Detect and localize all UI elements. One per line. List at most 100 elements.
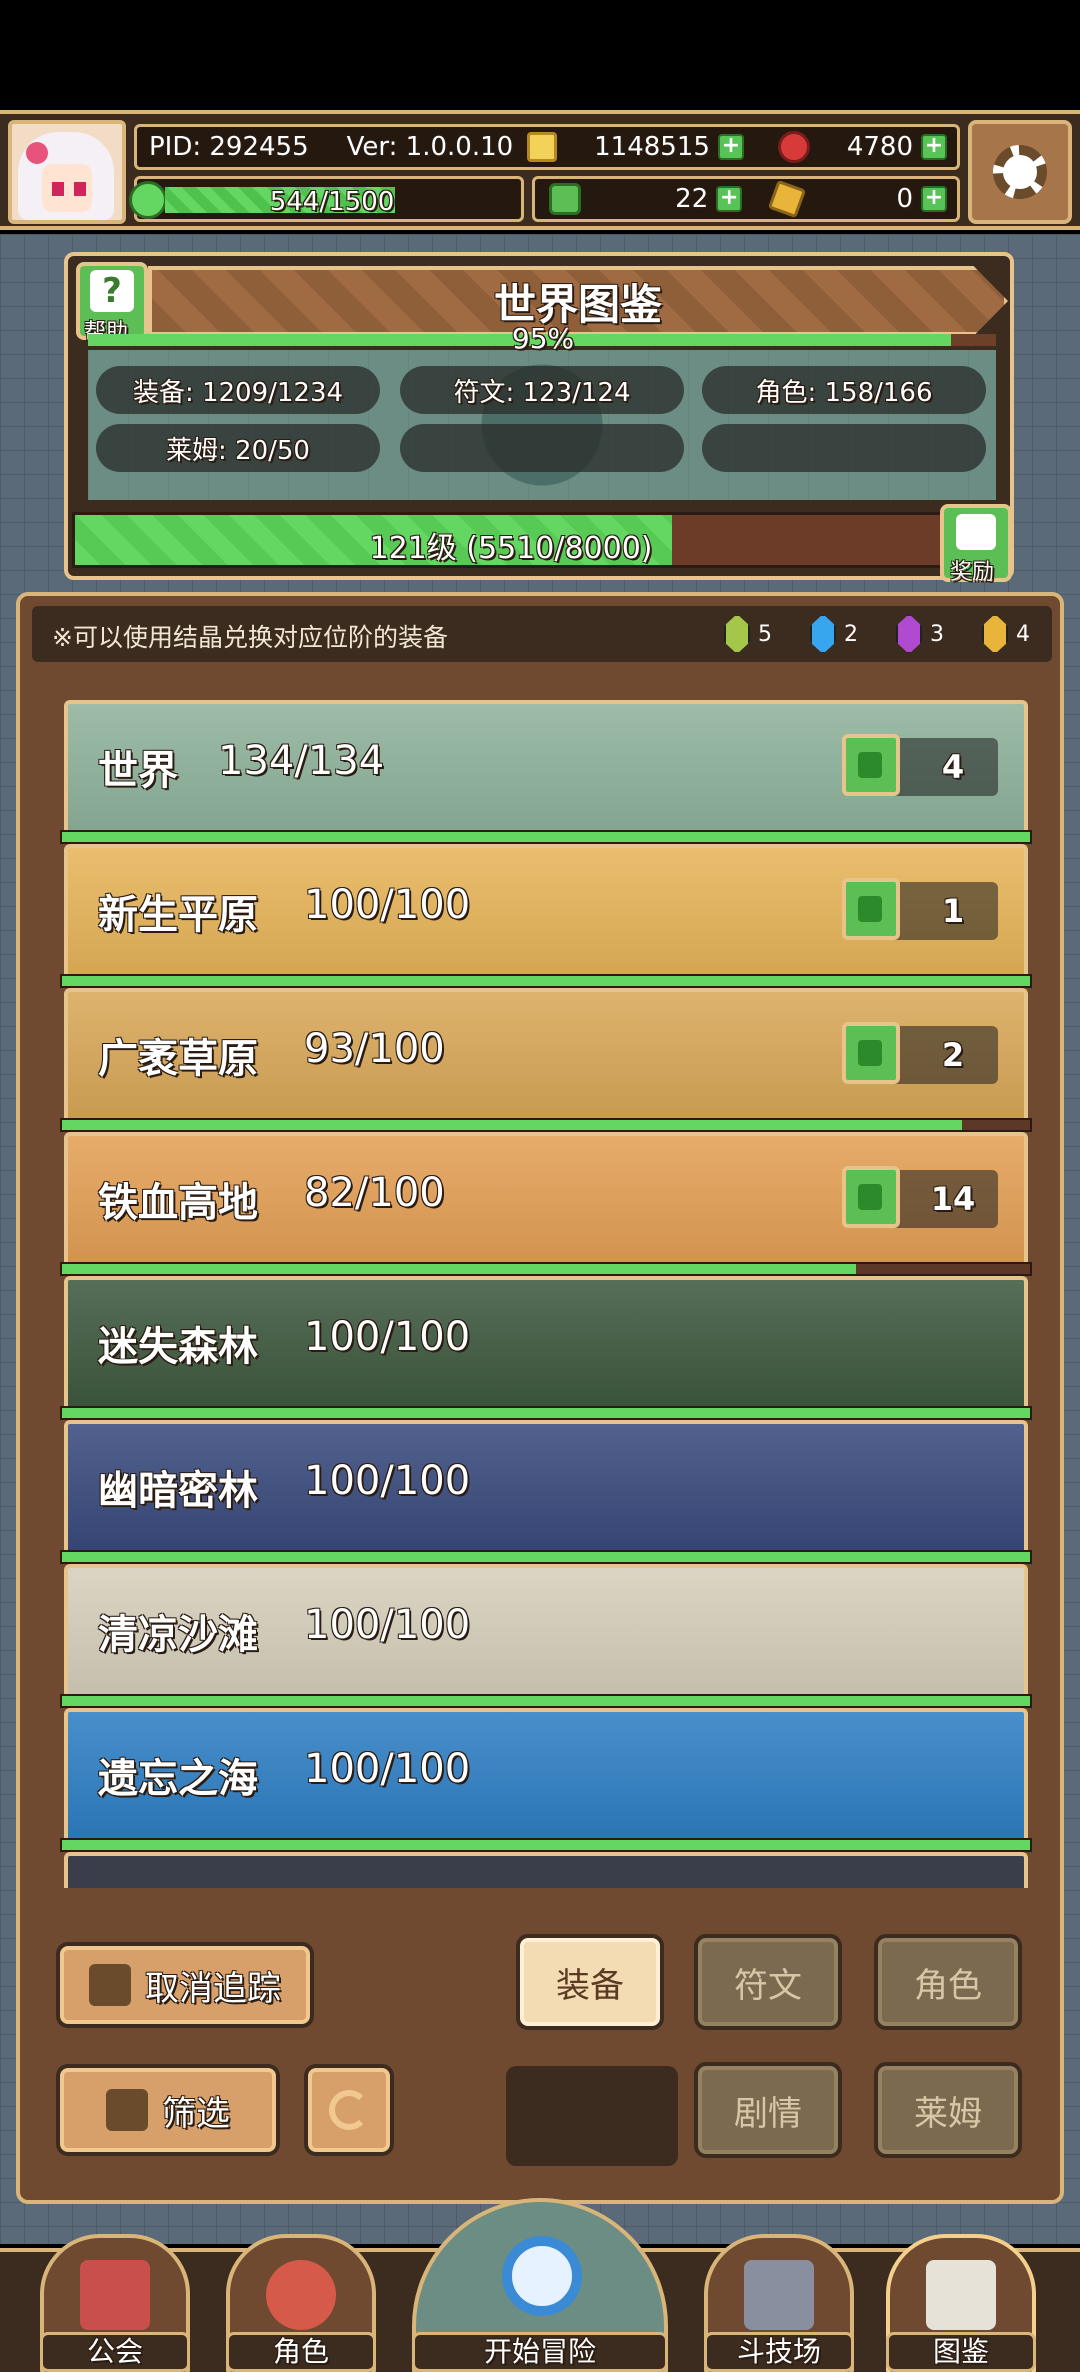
reward-icon [956, 514, 996, 550]
region-progress-fill [62, 1696, 1030, 1706]
region-progress: 93/100 [304, 1026, 445, 1072]
thumbs-up-icon [842, 1022, 900, 1084]
crystal-count: 2 [844, 621, 858, 647]
region-name: 世界 [98, 748, 178, 794]
stat-characters: 角色: 158/166 [702, 366, 986, 414]
region-track-count[interactable]: 1 [842, 878, 998, 940]
resource-bar-secondary: 22 + 0 + [532, 176, 960, 222]
region-card[interactable]: 新生平原 100/100 1 [64, 844, 1028, 974]
stat-empty-slot [702, 424, 986, 472]
crystal-blue: 2 [810, 614, 858, 654]
region-card[interactable]: 迷失森林 100/100 [64, 1276, 1028, 1406]
game-version: Ver: 1.0.0.10 [346, 132, 514, 162]
grid-icon [106, 2089, 148, 2131]
codex-completion: 95% [511, 322, 575, 355]
crystal-tip-row: ※可以使用结晶兑换对应位阶的装备 5 2 3 4 [32, 606, 1052, 662]
stat-equipment: 装备: 1209/1234 [96, 366, 380, 414]
clover-icon [549, 183, 581, 215]
tab-characters[interactable]: 角色 [874, 1934, 1022, 2030]
region-scroll-list[interactable]: 世界 134/134 4 新生平原 100/100 1 广袤草原 93/100 2 铁血高地 82/… [44, 692, 1044, 1888]
region-name: 广袤草原 [98, 1036, 258, 1082]
region-card[interactable]: 遗忘之海 100/100 [64, 1708, 1028, 1838]
tab-runes[interactable]: 符文 [694, 1934, 842, 2030]
thumbs-up-icon [89, 1964, 131, 2006]
region-name: 新生平原 [98, 892, 258, 938]
filter-button[interactable]: 筛选 [56, 2064, 280, 2156]
tab-slimes[interactable]: 莱姆 [874, 2062, 1022, 2158]
key-amount: 0 [896, 184, 913, 214]
green-crystal-icon [724, 614, 750, 654]
gold-amount: 1148515 [594, 132, 710, 162]
region-list-panel: ※可以使用结晶兑换对应位阶的装备 5 2 3 4 世界 134/134 4 新生平原 1… [16, 592, 1064, 2204]
region-track-count[interactable]: 2 [842, 1022, 998, 1084]
region-progress: 100/100 [304, 1458, 471, 1504]
question-icon: ? [90, 270, 134, 312]
region-name: 迷失森林 [98, 1324, 258, 1370]
region-card[interactable]: 铁血高地 82/100 14 [64, 1132, 1028, 1262]
region-track-number: 4 [941, 748, 965, 786]
crossed-swords-icon [744, 2260, 814, 2330]
blue-crystal-icon [810, 614, 836, 654]
gold-crystal-icon [982, 614, 1008, 654]
nav-start-label: 开始冒险 [412, 2332, 668, 2372]
reward-button[interactable]: 奖励 [940, 504, 1012, 585]
add-clover-button[interactable]: + [716, 186, 743, 212]
crystal-gold: 4 [982, 614, 1030, 654]
region-name: 遗忘之海 [98, 1756, 258, 1802]
region-progress: 100/100 [304, 1746, 471, 1792]
ruby-amount: 4780 [846, 132, 913, 162]
crystal-count: 4 [1016, 621, 1030, 647]
tab-story[interactable]: 剧情 [694, 2062, 842, 2158]
stamina-bar: 544/1500 [129, 176, 524, 222]
region-track-number: 1 [941, 892, 965, 930]
region-card[interactable]: 广袤草原 93/100 2 [64, 988, 1028, 1118]
stat-empty-slot [400, 424, 684, 472]
region-card[interactable]: 世界 134/134 4 [64, 700, 1028, 830]
nav-guild-label: 公会 [40, 2332, 190, 2372]
region-progress-bar [60, 1406, 1032, 1420]
region-card[interactable]: 幽暗密林 100/100 [64, 1420, 1028, 1550]
resource-bar: PID: 292455 Ver: 1.0.0.10 1148515 + 4780… [134, 124, 960, 170]
empty-tab-slot [506, 2066, 678, 2166]
crystal-count: 3 [930, 621, 944, 647]
add-key-button[interactable]: + [920, 186, 947, 212]
untrack-button[interactable]: 取消追踪 [56, 1942, 314, 2028]
settings-button[interactable] [968, 120, 1072, 224]
crystal-tip-text: ※可以使用结晶兑换对应位阶的装备 [52, 623, 448, 652]
key-icon [768, 179, 807, 219]
world-codex-card: 世界图鉴 ? 帮助 装备: 1209/1234 符文: 123/124 角色: … [64, 252, 1014, 585]
nav-character[interactable]: 角色 [226, 2234, 376, 2372]
nav-guild[interactable]: 公会 [40, 2234, 190, 2372]
region-card[interactable]: 清凉沙滩 100/100 [64, 1564, 1028, 1694]
stamina-text: 544/1500 [269, 187, 395, 217]
nav-arena-label: 斗技场 [704, 2332, 854, 2372]
region-progress: 100/100 [304, 1314, 471, 1360]
add-gold-button[interactable]: + [717, 134, 744, 160]
region-progress: 100/100 [304, 1602, 471, 1648]
region-track-count[interactable]: 14 [842, 1166, 998, 1228]
add-ruby-button[interactable]: + [921, 134, 947, 160]
codex-map-background: 装备: 1209/1234 符文: 123/124 角色: 158/166 莱姆… [88, 350, 996, 500]
magnifier-icon [502, 2236, 582, 2316]
thumbs-up-icon [842, 1166, 900, 1228]
region-name: 清凉沙滩 [98, 1612, 258, 1658]
tab-equipment-label: 装备 [556, 1965, 624, 2006]
reset-button[interactable] [304, 2064, 394, 2156]
region-track-count[interactable]: 4 [842, 734, 998, 796]
region-progress: 100/100 [304, 882, 471, 928]
region-progress-bar [60, 830, 1032, 844]
nav-codex[interactable]: 图鉴 [886, 2234, 1036, 2372]
player-avatar[interactable] [8, 120, 126, 224]
tab-equipment[interactable]: 装备 [516, 1934, 664, 2030]
region-progress-bar [60, 1550, 1032, 1564]
region-name: 幽暗密林 [98, 1468, 258, 1514]
bottom-nav: 公会 角色 开始冒险 斗技场 图鉴 [0, 2198, 1080, 2372]
nav-arena[interactable]: 斗技场 [704, 2234, 854, 2372]
untrack-label: 取消追踪 [145, 1968, 281, 2009]
region-progress-fill [62, 976, 1030, 986]
region-card-partial[interactable] [64, 1852, 1028, 1888]
region-progress-bar [60, 1262, 1032, 1276]
tab-slimes-label: 莱姆 [914, 2093, 982, 2134]
codex-level-bar: 121级 (5510/8000) [72, 512, 944, 568]
region-progress-bar [60, 1838, 1032, 1852]
